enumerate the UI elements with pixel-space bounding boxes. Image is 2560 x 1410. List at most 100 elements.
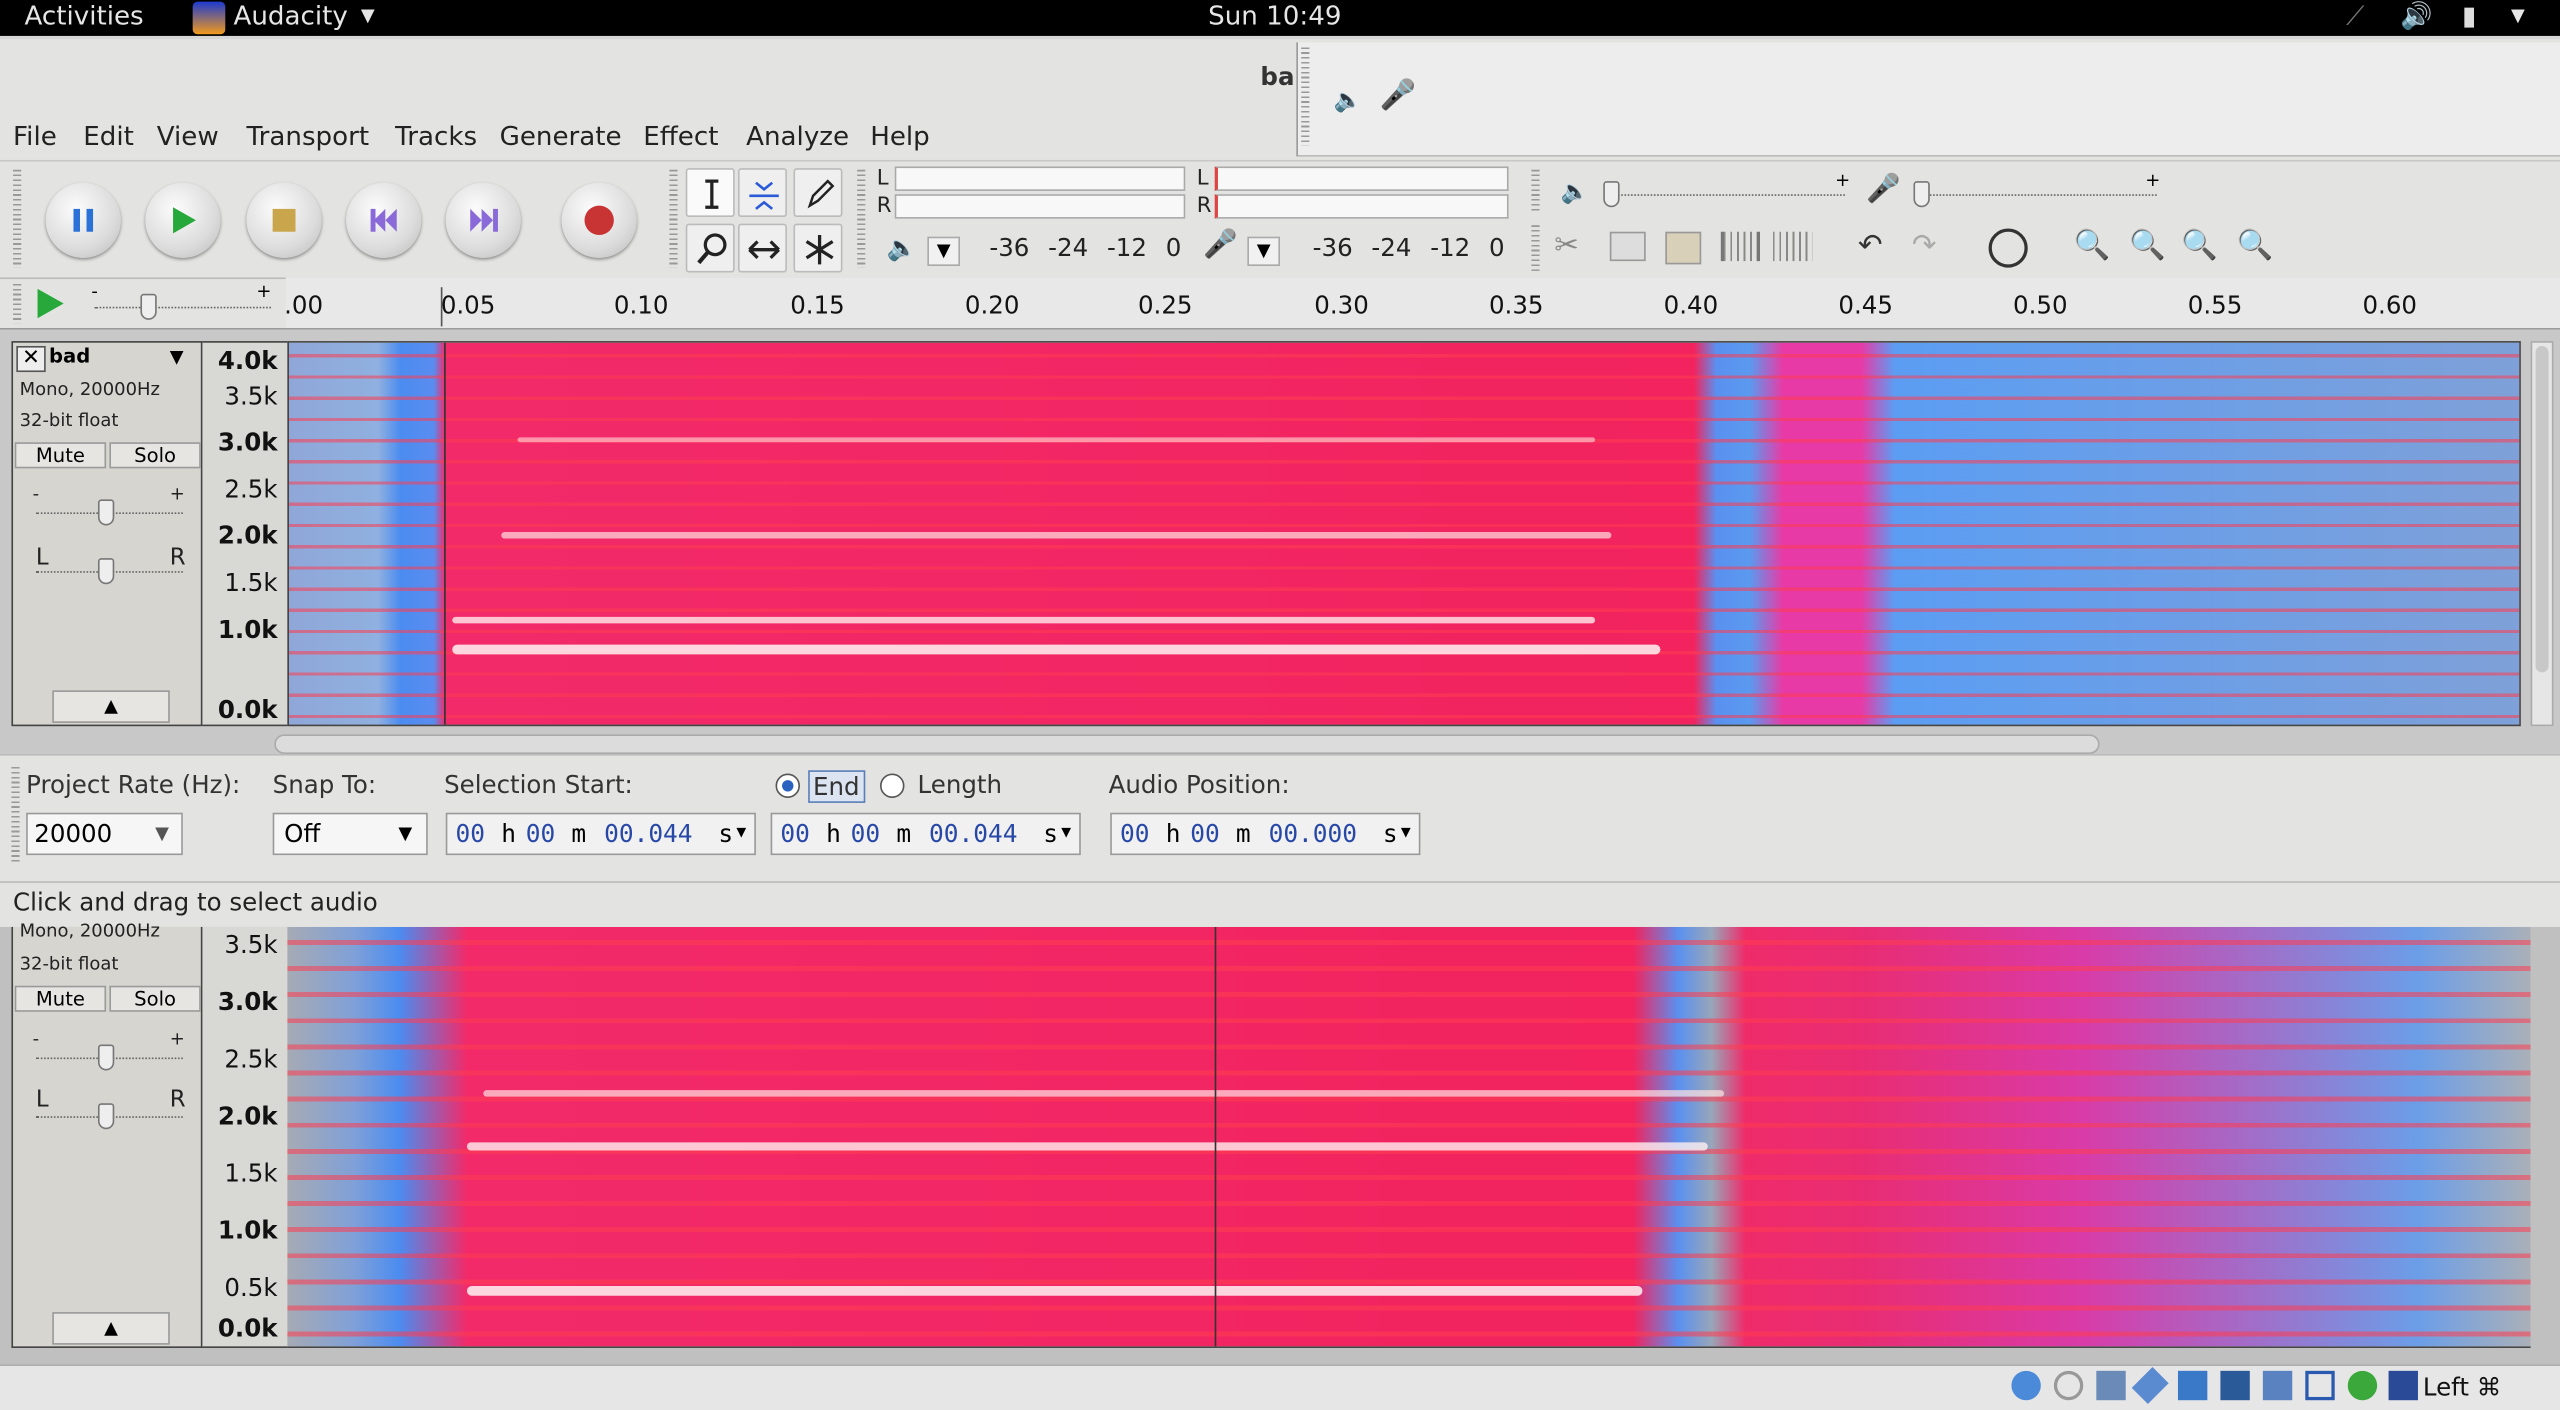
selection-end-time[interactable]: 00 h 00 m 00.044 s ▼: [770, 812, 1081, 856]
end-radio-label[interactable]: End: [808, 770, 865, 803]
record-meter-right[interactable]: [1214, 194, 1509, 219]
system-menu-arrow-icon[interactable]: ▼: [2511, 0, 2525, 33]
playback-meter-dropdown[interactable]: ▼: [927, 236, 960, 267]
optical-drive-icon[interactable]: [2053, 1370, 2084, 1401]
vertical-scroll-thumb[interactable]: [2535, 345, 2549, 673]
solo-button[interactable]: Solo: [109, 985, 201, 1012]
play-button[interactable]: [145, 182, 221, 258]
playback-meter-left[interactable]: [894, 166, 1186, 191]
draw-tool[interactable]: [793, 168, 843, 218]
menu-transport[interactable]: Transport: [247, 121, 370, 152]
copy-icon[interactable]: [1609, 231, 1646, 262]
usb-icon[interactable]: [2096, 1370, 2126, 1401]
track-menu-arrow-icon[interactable]: ▼: [170, 346, 184, 367]
input-volume-thumb[interactable]: [1913, 181, 1930, 208]
audio-position-time[interactable]: 00 h 00 m 00.000 s ▼: [1110, 812, 1421, 856]
horizontal-scrollbar[interactable]: [274, 734, 2100, 754]
audacity-app-icon: [192, 1, 226, 35]
time-minutes: 00: [850, 819, 881, 849]
zoom-in-icon[interactable]: 🔍: [2073, 228, 2110, 262]
skip-to-end-button[interactable]: [445, 182, 521, 258]
menu-tracks[interactable]: Tracks: [395, 121, 477, 152]
volume-icon[interactable]: 🔊: [2400, 0, 2433, 33]
menu-file[interactable]: File: [13, 121, 57, 152]
mute-button[interactable]: Mute: [14, 442, 107, 469]
play-at-speed-icon[interactable]: [33, 286, 69, 322]
paste-icon[interactable]: [1665, 231, 1702, 265]
envelope-tool[interactable]: [737, 168, 787, 218]
snap-to-select[interactable]: Off ▼: [272, 812, 428, 856]
pause-button[interactable]: [45, 182, 121, 258]
menu-generate[interactable]: Generate: [500, 121, 622, 152]
skip-to-start-button[interactable]: [346, 182, 422, 258]
shared-folder-icon[interactable]: [2177, 1370, 2208, 1401]
menu-help[interactable]: Help: [870, 121, 930, 152]
fit-selection-icon[interactable]: 🔍: [2181, 228, 2218, 262]
freq-label: 3.0k: [217, 427, 278, 457]
playback-meter-right[interactable]: [894, 194, 1186, 219]
network-icon[interactable]: ⟋: [2346, 0, 2364, 33]
length-radio[interactable]: [879, 773, 905, 799]
mute-button[interactable]: Mute: [14, 985, 107, 1012]
time-shift-tool[interactable]: [737, 223, 787, 273]
input-volume-slider[interactable]: [1918, 194, 2157, 196]
output-volume-slider[interactable]: [1606, 194, 1845, 196]
gain-slider-thumb[interactable]: [97, 1044, 115, 1071]
time-hours: 00: [1120, 819, 1150, 849]
mouse-integration-icon[interactable]: [2388, 1370, 2418, 1401]
menu-analyze[interactable]: Analyze: [746, 121, 849, 152]
play-speed-slider[interactable]: [94, 306, 272, 309]
video-capture-icon[interactable]: [2262, 1370, 2293, 1401]
gain-slider-thumb[interactable]: [97, 499, 115, 526]
vertical-scrollbar[interactable]: [2530, 341, 2554, 727]
activities-button[interactable]: Activities: [24, 0, 143, 33]
stop-button[interactable]: [246, 182, 322, 258]
time-format-dropdown-icon[interactable]: ▼: [1401, 824, 1411, 842]
selection-start-time[interactable]: 00 h 00 m 00.044 s ▼: [445, 812, 756, 856]
time-format-dropdown-icon[interactable]: ▼: [736, 824, 746, 842]
freq-label: 1.0k: [217, 1215, 278, 1246]
selection-tool[interactable]: [685, 168, 735, 218]
collapse-track-icon[interactable]: ▲: [52, 1312, 170, 1345]
frequency-ruler: 4.0k 3.5k 3.0k 2.5k 2.0k 1.5k 1.0k 0.0k: [202, 341, 288, 727]
length-radio-label[interactable]: Length: [918, 770, 1002, 799]
app-menu[interactable]: Audacity: [233, 0, 347, 33]
sync-lock-icon[interactable]: [1988, 228, 2028, 268]
time-format-dropdown-icon[interactable]: ▼: [1061, 824, 1071, 842]
project-rate-combo[interactable]: 20000 ▼: [26, 812, 183, 856]
gain-plus-label: +: [169, 483, 185, 505]
menu-view[interactable]: View: [157, 121, 219, 152]
track-name-button[interactable]: bad: [49, 344, 90, 367]
silence-audio-icon[interactable]: [1773, 231, 1813, 262]
redo-icon[interactable]: ↷: [1912, 228, 1937, 262]
undo-icon[interactable]: ↶: [1858, 228, 1883, 262]
battery-icon[interactable]: ▮: [2462, 0, 2476, 33]
pan-slider-thumb[interactable]: [97, 558, 115, 585]
play-speed-thumb[interactable]: [140, 293, 157, 320]
spectrogram-track-2[interactable]: [287, 926, 2531, 1348]
record-meter-left[interactable]: [1214, 166, 1509, 191]
guest-additions-icon[interactable]: [2347, 1370, 2378, 1401]
zoom-tool[interactable]: [685, 223, 735, 273]
collapse-track-icon[interactable]: ▲: [52, 690, 170, 723]
menu-effect[interactable]: Effect: [643, 121, 718, 152]
close-track-icon[interactable]: ✕: [16, 345, 46, 373]
cut-icon[interactable]: ✂: [1554, 228, 1579, 262]
record-button[interactable]: [561, 182, 637, 258]
clock[interactable]: Sun 10:49: [1208, 0, 1341, 33]
end-radio[interactable]: [775, 773, 800, 799]
pan-slider-thumb[interactable]: [97, 1103, 115, 1130]
window-title: bad: [1260, 62, 1294, 92]
display-icon[interactable]: [2220, 1370, 2250, 1401]
solo-button[interactable]: Solo: [109, 442, 201, 469]
trim-audio-icon[interactable]: [1720, 231, 1760, 262]
multi-tool[interactable]: [793, 223, 843, 273]
record-meter-dropdown[interactable]: ▼: [1247, 236, 1280, 267]
output-volume-thumb[interactable]: [1603, 181, 1620, 208]
fit-project-icon[interactable]: 🔍: [2237, 228, 2274, 262]
cpu-icon[interactable]: [2305, 1370, 2335, 1401]
zoom-out-icon[interactable]: 🔍: [2129, 228, 2166, 262]
menu-edit[interactable]: Edit: [83, 121, 134, 152]
spectrogram-track-1[interactable]: [287, 341, 2521, 727]
hard-disk-icon[interactable]: [2011, 1370, 2041, 1401]
